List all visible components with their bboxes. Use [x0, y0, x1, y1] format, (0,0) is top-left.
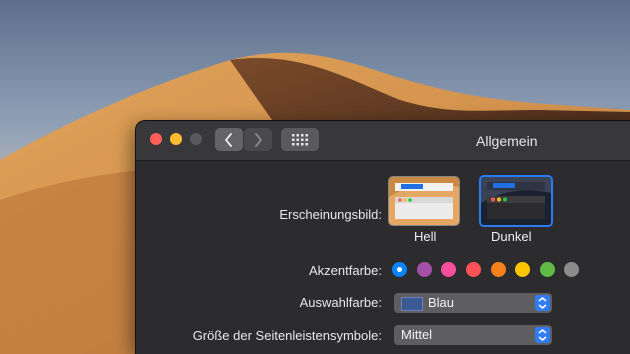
- sidebar-icon-size-popup[interactable]: Mittel: [394, 325, 552, 345]
- system-preferences-window: Allgemein Erscheinungsbild: Hell Dunkel …: [136, 121, 630, 354]
- grid-icon: [292, 133, 308, 145]
- accent-swatch-orange[interactable]: [491, 262, 506, 277]
- forward-button[interactable]: [244, 128, 272, 151]
- sidebar-icon-size-value: Mittel: [401, 327, 433, 342]
- minimize-window-button[interactable]: [170, 133, 182, 145]
- accent-swatch-purple[interactable]: [417, 262, 432, 277]
- chevron-left-icon: [224, 132, 232, 147]
- popup-arrows: [535, 295, 550, 311]
- zoom-window-button[interactable]: [190, 133, 202, 145]
- appearance-light-label: Hell: [414, 229, 437, 244]
- appearance-dark-label: Dunkel: [491, 229, 532, 244]
- accent-swatch-blue[interactable]: [392, 262, 407, 277]
- show-all-button[interactable]: [281, 128, 319, 151]
- chevron-up-down-icon: [538, 297, 547, 309]
- selected-indicator: [397, 267, 402, 272]
- accent-swatch-red[interactable]: [466, 262, 481, 277]
- popup-arrows: [535, 327, 550, 343]
- accent-swatch-green[interactable]: [540, 262, 555, 277]
- highlight-color-value: Blau: [428, 295, 455, 310]
- sidebar-icon-size-label: Größe der Seitenleistensymbole:: [192, 328, 382, 343]
- chevron-up-down-icon: [538, 329, 547, 341]
- accent-swatch-yellow[interactable]: [515, 262, 530, 277]
- close-window-button[interactable]: [150, 133, 162, 145]
- highlight-color-label: Auswahlfarbe:: [299, 295, 382, 310]
- light-appearance-preview: [389, 177, 459, 225]
- dark-appearance-preview: [481, 177, 551, 225]
- appearance-dark-option[interactable]: [479, 175, 553, 227]
- back-button[interactable]: [215, 128, 243, 151]
- window-title: Allgemein: [476, 133, 538, 149]
- chevron-right-icon: [255, 132, 263, 147]
- accent-color-label: Akzentfarbe:: [309, 263, 382, 278]
- highlight-color-popup[interactable]: Blau: [394, 293, 552, 313]
- appearance-label: Erscheinungsbild:: [279, 207, 382, 222]
- accent-swatch-graphite[interactable]: [564, 262, 579, 277]
- highlight-color-swatch: [401, 297, 423, 311]
- title-bar: Allgemein: [136, 121, 630, 161]
- accent-swatch-pink[interactable]: [441, 262, 456, 277]
- appearance-light-option[interactable]: [388, 176, 460, 226]
